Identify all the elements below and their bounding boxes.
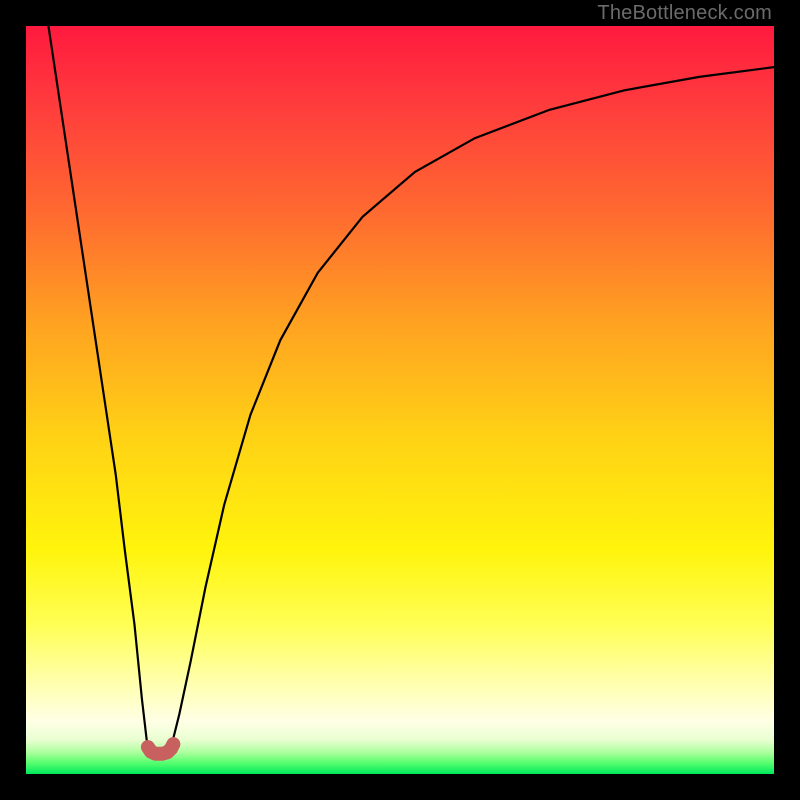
watermark-text: TheBottleneck.com [597, 2, 772, 25]
chart-frame: TheBottleneck.com [0, 0, 800, 800]
chart-svg [26, 26, 774, 774]
plot-area [26, 26, 774, 774]
